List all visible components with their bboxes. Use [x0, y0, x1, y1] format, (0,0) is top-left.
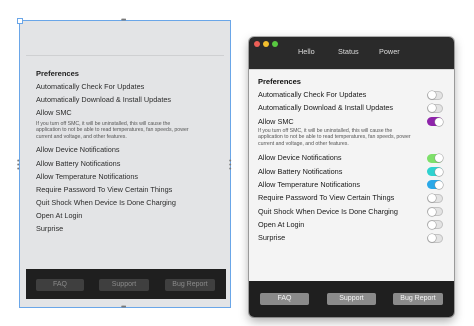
pref-row-require-password: Require Password To View Certain Things: [258, 191, 444, 204]
preferences-title: Preferences: [258, 77, 301, 86]
preferences-panel: Preferences Automatically Check For Upda…: [249, 69, 454, 281]
allow-smc-toggle[interactable]: [427, 117, 443, 127]
pref-row-temperature-notifications: Allow Temperature Notifications: [258, 178, 444, 191]
quit-when-charged-toggle[interactable]: [427, 207, 443, 217]
resize-handle[interactable]: •••: [17, 158, 21, 173]
pref-label: Open At Login: [258, 219, 305, 229]
resize-handle[interactable]: •••: [229, 158, 233, 173]
pref-row-surprise: Surprise: [258, 231, 444, 244]
smc-note: If you turn off SMC, it will be uninstal…: [36, 120, 189, 140]
pref-row-allow-smc: Allow SMC: [258, 115, 444, 128]
toggle-knob: [427, 194, 436, 203]
label-temperature-notifications: Allow Temperature Notifications: [36, 171, 139, 181]
support-button[interactable]: Support: [99, 279, 149, 291]
preferences-title: Preferences: [36, 69, 79, 78]
open-at-login-toggle[interactable]: [427, 220, 443, 230]
support-button[interactable]: Support: [327, 293, 376, 305]
bug-report-button[interactable]: Bug Report: [165, 279, 215, 291]
pref-row-quit-when-charged: Quit Shock When Device Is Done Charging: [258, 205, 444, 218]
pref-label: Quit Shock When Device Is Done Charging: [258, 206, 398, 216]
auto-check-updates-toggle[interactable]: [427, 90, 443, 100]
pref-label: Allow Device Notifications: [258, 153, 342, 163]
title-bar: Hello Status Power: [249, 37, 454, 69]
designer-canvas: ••• ••• • • • • • • Preferences Automaticall…: [17, 17, 233, 311]
pref-row-device-notifications: Allow Device Notifications: [258, 151, 444, 164]
label-device-notifications: Allow Device Notifications: [36, 145, 120, 155]
toggle-knob: [427, 234, 436, 243]
surprise-toggle[interactable]: [427, 233, 443, 243]
tab-power[interactable]: Power: [379, 47, 400, 56]
pref-label: Allow SMC: [258, 116, 294, 126]
toggle-knob: [434, 167, 443, 176]
designer-footer: FAQ Support Bug Report: [26, 269, 226, 299]
pref-row-auto-check-updates: Automatically Check For Updates: [258, 88, 444, 101]
preferences-list: Preferences Automatically Check For Upda…: [36, 67, 222, 236]
toggle-knob: [434, 154, 443, 163]
bug-report-button[interactable]: Bug Report: [393, 293, 443, 305]
pref-label: Surprise: [258, 233, 286, 243]
toggle-knob: [434, 117, 443, 126]
app-window: Hello Status Power Preferences Automatic…: [249, 37, 454, 317]
preferences-list: Preferences Automatically Check For Upda…: [258, 75, 444, 244]
pref-label: Automatically Download & Install Updates: [258, 103, 394, 113]
window-footer: FAQ Support Bug Report: [249, 281, 454, 317]
pref-label: Require Password To View Certain Things: [258, 193, 395, 203]
temperature-notifications-toggle[interactable]: [427, 180, 443, 190]
require-password-toggle[interactable]: [427, 193, 443, 203]
label-auto-check-updates: Automatically Check For Updates: [36, 82, 145, 91]
pref-row-open-at-login: Open At Login: [258, 218, 444, 231]
faq-button[interactable]: FAQ: [36, 279, 84, 291]
smc-note: If you turn off SMC, it will be uninstal…: [258, 127, 411, 147]
device-notifications-toggle[interactable]: [427, 153, 443, 163]
label-battery-notifications: Allow Battery Notifications: [36, 158, 121, 168]
tab-bar: Hello Status Power: [249, 47, 454, 61]
label-require-password: Require Password To View Certain Things: [36, 184, 173, 194]
pref-label: Automatically Check For Updates: [258, 90, 367, 99]
pref-label: Allow Temperature Notifications: [258, 179, 361, 189]
toggle-knob: [427, 220, 436, 229]
auto-install-updates-toggle[interactable]: [427, 103, 443, 113]
faq-button[interactable]: FAQ: [260, 293, 309, 305]
tab-hello[interactable]: Hello: [298, 47, 315, 56]
label-auto-install-updates: Automatically Download & Install Updates: [36, 95, 172, 105]
toggle-knob: [427, 207, 436, 216]
pref-row-battery-notifications: Allow Battery Notifications: [258, 165, 444, 178]
label-surprise: Surprise: [36, 224, 64, 234]
pref-row-auto-install-updates: Automatically Download & Install Updates: [258, 101, 444, 114]
label-open-at-login: Open At Login: [36, 211, 83, 221]
resize-handle[interactable]: •••: [121, 17, 126, 24]
resize-handle[interactable]: [17, 18, 23, 24]
toggle-knob: [427, 91, 436, 99]
tab-status[interactable]: Status: [338, 47, 359, 56]
label-allow-smc: Allow SMC: [36, 108, 72, 118]
toggle-knob: [427, 104, 436, 113]
resize-handle[interactable]: •••: [121, 304, 126, 311]
pref-label: Allow Battery Notifications: [258, 166, 343, 176]
battery-notifications-toggle[interactable]: [427, 167, 443, 177]
toggle-knob: [434, 180, 443, 189]
label-quit-when-charged: Quit Shock When Device Is Done Charging: [36, 198, 176, 208]
divider: [26, 55, 224, 56]
